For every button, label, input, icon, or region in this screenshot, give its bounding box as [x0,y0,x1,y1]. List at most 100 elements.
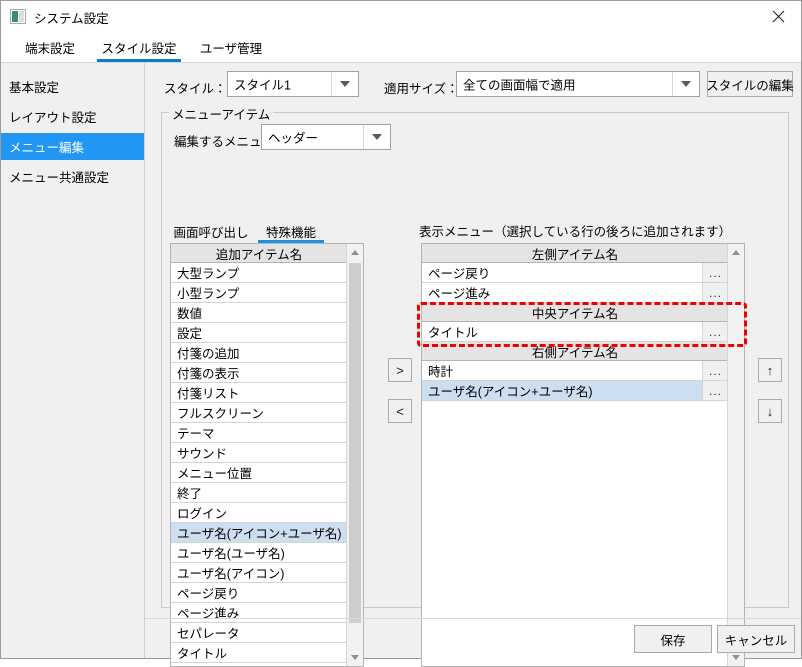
close-icon[interactable] [755,1,801,31]
add-item-button[interactable]: > [388,358,412,382]
row-options-button[interactable]: ... [702,322,728,341]
list-item-label: ページ戻り [171,583,239,602]
tab-label: 端末設定 [25,38,75,57]
list-item[interactable]: 設定 [171,323,347,343]
tab-label: スタイル設定 [101,38,176,57]
list-group-header: 右側アイテム名 [422,342,728,361]
list-item[interactable]: ユーザ名(アイコン) [171,563,347,583]
list-item-label: 小型ランプ [171,283,239,302]
list-item[interactable]: ユーザ名(アイコン+ユーザ名) [171,523,347,543]
list-item-label: ページ進み [171,603,239,622]
row-options-button[interactable]: ... [702,283,728,302]
inner-tab-special-function[interactable]: 特殊機能 [258,219,324,243]
chevron-down-icon[interactable] [331,72,358,96]
list-group-header-label: 左側アイテム名 [532,244,618,263]
target-listbox[interactable]: 左側アイテム名ページ戻り...ページ進み...中央アイテム名タイトル...右側ア… [421,243,745,667]
edit-style-button[interactable]: スタイルの編集 [707,71,793,97]
apply-size-select-value: 全ての画面幅で適用 [463,75,576,94]
list-item[interactable]: 時計... [422,361,728,381]
chevron-down-icon[interactable] [363,125,390,149]
source-listbox[interactable]: 追加アイテム名 大型ランプ小型ランプ数値設定付箋の追加付箋の表示付箋リストフルス… [170,243,364,667]
save-button[interactable]: 保存 [634,625,712,653]
tab-user-management[interactable]: ユーザ管理 [187,32,275,62]
row-options-button[interactable]: ... [702,263,728,282]
list-item[interactable]: 終了 [171,483,347,503]
list-item[interactable]: ページ進み... [422,283,728,303]
list-item[interactable]: ログイン [171,503,347,523]
sidebar-item-label: 基本設定 [9,77,59,96]
sidebar-item-menu-common-settings[interactable]: メニュー共通設定 [1,163,144,190]
move-up-button[interactable]: ↑ [758,358,782,382]
list-item-label: 終了 [171,483,202,502]
list-item-label: ユーザ名(アイコン+ユーザ名) [171,523,342,542]
list-item[interactable]: メニュー位置 [171,463,347,483]
list-item[interactable]: サウンド [171,443,347,463]
sidebar-item-menu-edit[interactable]: メニュー編集 [1,133,144,160]
list-item[interactable]: タイトル [171,643,347,663]
scroll-up-icon[interactable] [347,244,363,261]
row-options-button[interactable]: ... [702,361,728,380]
list-item[interactable]: ページ進み [171,603,347,623]
move-down-button-label: ↓ [767,404,774,419]
system-settings-window: システム設定 端末設定 スタイル設定 ユーザ管理 基本設定 [0,0,802,659]
list-item-label: ページ進み [422,283,490,302]
source-list-scrollbar[interactable] [346,244,363,666]
apply-size-select[interactable]: 全ての画面幅で適用 [456,71,700,97]
list-item-label: 数値 [171,303,202,322]
list-item-label: 付箋の追加 [171,343,240,362]
list-item[interactable]: 付箋リスト [171,383,347,403]
list-item[interactable]: 付箋の表示 [171,363,347,383]
list-item-label: タイトル [422,322,478,341]
edit-menu-select[interactable]: ヘッダー [261,124,391,150]
list-group-header-label: 中央アイテム名 [532,303,618,322]
remove-item-button[interactable]: < [388,399,412,423]
move-down-button[interactable]: ↓ [758,399,782,423]
list-item-label: 付箋の表示 [171,363,240,382]
list-item[interactable]: タイトル... [422,322,728,342]
tab-label: ユーザ管理 [200,38,262,57]
sidebar: 基本設定 レイアウト設定 メニュー編集 メニュー共通設定 [1,63,144,658]
list-item[interactable]: 付箋の追加 [171,343,347,363]
style-label: スタイル： [164,78,227,97]
inner-tab-screen-call[interactable]: 画面呼び出し [170,219,252,243]
cancel-button[interactable]: キャンセル [717,625,795,653]
list-item-label: 大型ランプ [171,263,239,282]
menu-item-groupbox-title: メニューアイテム [169,104,273,123]
main-tab-strip: 端末設定 スタイル設定 ユーザ管理 [1,32,801,62]
sidebar-item-basic-settings[interactable]: 基本設定 [1,73,144,100]
apply-size-label: 適用サイズ： [384,78,459,97]
save-button-label: 保存 [660,630,685,649]
cancel-button-label: キャンセル [725,630,788,649]
window-icon [10,9,26,24]
list-item[interactable]: 大型ランプ [171,263,347,283]
sidebar-item-label: メニュー編集 [9,137,84,156]
scrollbar-thumb[interactable] [349,263,361,623]
list-item[interactable]: テーマ [171,423,347,443]
window-title: システム設定 [34,8,109,27]
list-item-label: 時計 [422,361,453,380]
style-select[interactable]: スタイル1 [227,71,359,97]
list-item-label: ページ戻り [422,263,490,282]
main-pane: スタイル： スタイル1 適用サイズ： 全ての画面幅で適用 スタイルの編集 メニュ… [145,63,801,658]
list-item-label: フルスクリーン [171,403,264,422]
sidebar-item-layout-settings[interactable]: レイアウト設定 [1,103,144,130]
scroll-up-icon[interactable] [728,244,744,261]
list-item[interactable]: ページ戻り... [422,263,728,283]
list-item-label: セパレータ [171,623,240,642]
list-item[interactable]: 数値 [171,303,347,323]
list-item[interactable]: フルスクリーン [171,403,347,423]
list-item[interactable]: ページ戻り [171,583,347,603]
tab-style-settings[interactable]: スタイル設定 [91,32,187,62]
list-item[interactable]: セパレータ [171,623,347,643]
list-item-label: ユーザ名(アイコン) [171,563,284,582]
list-item[interactable]: 小型ランプ [171,283,347,303]
target-list-scrollbar[interactable] [727,244,744,666]
chevron-down-icon[interactable] [672,72,699,96]
row-options-button[interactable]: ... [702,381,728,400]
list-item[interactable]: ユーザ名(ユーザ名) [171,543,347,563]
tab-terminal-settings[interactable]: 端末設定 [9,32,91,62]
list-item[interactable]: ユーザ名(アイコン+ユーザ名)... [422,381,728,401]
scroll-down-icon[interactable] [347,649,363,666]
list-item-label: メニュー位置 [171,463,252,482]
move-up-button-label: ↑ [767,363,774,378]
